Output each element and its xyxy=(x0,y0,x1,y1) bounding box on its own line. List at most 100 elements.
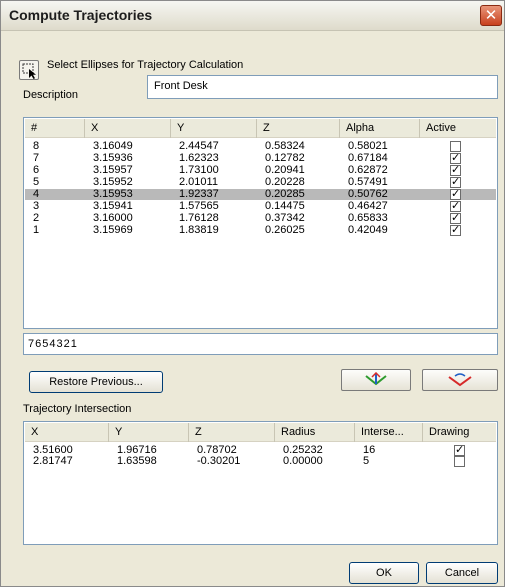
ellipse-row[interactable]: 7 3.15936 1.62323 0.12782 0.67184 ✓ xyxy=(25,152,496,164)
intersection-row[interactable]: 3.51600 1.96716 0.78702 0.25232 16 ✓ xyxy=(25,444,496,456)
ellipse-row[interactable]: 3 3.15941 1.57565 0.14475 0.46427 ✓ xyxy=(25,200,496,212)
ellipse-x: 3.15941 xyxy=(93,200,133,212)
column-header-y[interactable]: Y xyxy=(109,423,189,442)
ellipse-y: 2.44547 xyxy=(179,140,219,152)
intersection-count: 5 xyxy=(363,455,370,467)
ellipse-x: 3.15953 xyxy=(93,188,133,200)
column-header-x[interactable]: X xyxy=(85,119,171,138)
trajectory-clear-icon xyxy=(448,373,472,387)
ellipse-y: 1.92337 xyxy=(179,188,219,200)
ellipse-number: 2 xyxy=(33,212,40,224)
intersection-list-header: X Y Z Radius Interse... Drawing xyxy=(25,423,496,442)
active-checkbox[interactable]: ✓ xyxy=(450,177,461,188)
ellipse-alpha: 0.42049 xyxy=(348,224,388,236)
active-checkbox[interactable] xyxy=(450,141,461,152)
column-header-radius[interactable]: Radius xyxy=(275,423,355,442)
restore-previous-label: Restore Previous... xyxy=(49,376,143,388)
ellipse-number: 6 xyxy=(33,164,40,176)
ellipse-row[interactable]: 1 3.15969 1.83819 0.26025 0.42049 ✓ xyxy=(25,224,496,236)
ellipse-number: 4 xyxy=(33,188,40,200)
ellipse-row[interactable]: 2 3.16000 1.76128 0.37342 0.65833 ✓ xyxy=(25,212,496,224)
column-header-z[interactable]: Z xyxy=(189,423,275,442)
active-checkbox[interactable]: ✓ xyxy=(450,165,461,176)
close-icon: ✕ xyxy=(484,7,498,24)
ellipse-x: 3.16049 xyxy=(93,140,133,152)
column-header-active[interactable]: Active xyxy=(420,119,497,138)
column-header-z[interactable]: Z xyxy=(257,119,340,138)
ellipse-z: 0.20285 xyxy=(265,188,305,200)
ellipse-alpha: 0.58021 xyxy=(348,140,388,152)
active-checkbox[interactable]: ✓ xyxy=(450,153,461,164)
intersection-z: -0.30201 xyxy=(197,455,241,467)
select-arrow-icon xyxy=(22,63,36,79)
column-header-alpha[interactable]: Alpha xyxy=(340,119,420,138)
ellipse-number: 1 xyxy=(33,224,40,236)
column-header-intersections[interactable]: Interse... xyxy=(355,423,423,442)
active-checkbox[interactable]: ✓ xyxy=(450,201,461,212)
compute-trajectory-button[interactable] xyxy=(341,369,411,391)
column-header-x[interactable]: X xyxy=(25,423,109,442)
ellipse-y: 1.73100 xyxy=(179,164,219,176)
clear-trajectory-button[interactable] xyxy=(422,369,498,391)
close-button[interactable]: ✕ xyxy=(480,5,502,26)
ellipse-alpha: 0.57491 xyxy=(348,176,388,188)
active-checkbox[interactable]: ✓ xyxy=(450,213,461,224)
select-ellipses-label: Select Ellipses for Trajectory Calculati… xyxy=(47,59,244,71)
active-checkbox[interactable]: ✓ xyxy=(450,189,461,200)
ellipse-alpha: 0.50762 xyxy=(348,188,388,200)
ellipse-z: 0.20941 xyxy=(265,164,305,176)
active-checkbox[interactable]: ✓ xyxy=(450,225,461,236)
intersection-radius: 0.00000 xyxy=(283,455,323,467)
ok-button[interactable]: OK xyxy=(349,562,419,584)
ellipse-z: 0.12782 xyxy=(265,152,305,164)
ellipse-x: 3.16000 xyxy=(93,212,133,224)
select-ellipses-button[interactable] xyxy=(19,60,39,80)
ellipse-y: 1.76128 xyxy=(179,212,219,224)
ellipse-z: 0.14475 xyxy=(265,200,305,212)
ellipse-order-field[interactable]: 7654321 xyxy=(23,333,498,355)
cancel-label: Cancel xyxy=(444,567,480,579)
window-title: Compute Trajectories xyxy=(9,7,153,23)
ellipse-y: 1.83819 xyxy=(179,224,219,236)
ok-label: OK xyxy=(376,567,392,579)
drawing-checkbox[interactable] xyxy=(454,456,465,467)
ellipse-row[interactable]: 4 3.15953 1.92337 0.20285 0.50762 ✓ xyxy=(25,188,496,200)
ellipse-number: 5 xyxy=(33,176,40,188)
title-bar: Compute Trajectories ✕ xyxy=(1,1,504,31)
trajectory-compute-icon xyxy=(365,372,387,386)
column-header-y[interactable]: Y xyxy=(171,119,257,138)
intersection-y: 1.63598 xyxy=(117,455,157,467)
column-header-number[interactable]: # xyxy=(25,119,85,138)
ellipse-x: 3.15936 xyxy=(93,152,133,164)
intersection-row[interactable]: 2.81747 1.63598 -0.30201 0.00000 5 xyxy=(25,455,496,467)
ellipse-alpha: 0.62872 xyxy=(348,164,388,176)
ellipse-row[interactable]: 5 3.15952 2.01011 0.20228 0.57491 ✓ xyxy=(25,176,496,188)
trajectory-intersection-label: Trajectory Intersection xyxy=(23,403,132,415)
ellipses-list[interactable]: # X Y Z Alpha Active 8 3.16049 2.44547 0.58… xyxy=(23,117,498,329)
description-field[interactable]: Front Desk xyxy=(147,75,498,99)
description-label: Description xyxy=(23,89,79,101)
ellipse-z: 0.26025 xyxy=(265,224,305,236)
ellipse-z: 0.58324 xyxy=(265,140,305,152)
ellipse-y: 1.62323 xyxy=(179,152,219,164)
intersection-list[interactable]: X Y Z Radius Interse... Drawing 3.51600 1… xyxy=(23,421,498,545)
restore-previous-button[interactable]: Restore Previous... xyxy=(29,371,163,393)
ellipse-number: 8 xyxy=(33,140,40,152)
ellipse-row[interactable]: 8 3.16049 2.44547 0.58324 0.58021 xyxy=(25,140,496,152)
ellipse-y: 1.57565 xyxy=(179,200,219,212)
ellipse-alpha: 0.67184 xyxy=(348,152,388,164)
intersection-x: 2.81747 xyxy=(33,455,73,467)
compute-trajectories-dialog: Compute Trajectories ✕ Select Ellipses f… xyxy=(0,0,505,587)
ellipse-x: 3.15957 xyxy=(93,164,133,176)
ellipses-list-header: # X Y Z Alpha Active xyxy=(25,119,496,138)
cancel-button[interactable]: Cancel xyxy=(426,562,498,584)
ellipse-z: 0.20228 xyxy=(265,176,305,188)
ellipse-y: 2.01011 xyxy=(179,176,218,188)
ellipse-z: 0.37342 xyxy=(265,212,305,224)
ellipse-row[interactable]: 6 3.15957 1.73100 0.20941 0.62872 ✓ xyxy=(25,164,496,176)
ellipse-alpha: 0.65833 xyxy=(348,212,388,224)
ellipse-x: 3.15969 xyxy=(93,224,133,236)
ellipse-alpha: 0.46427 xyxy=(348,200,388,212)
column-header-drawing[interactable]: Drawing xyxy=(423,423,497,442)
drawing-checkbox[interactable]: ✓ xyxy=(454,445,465,456)
